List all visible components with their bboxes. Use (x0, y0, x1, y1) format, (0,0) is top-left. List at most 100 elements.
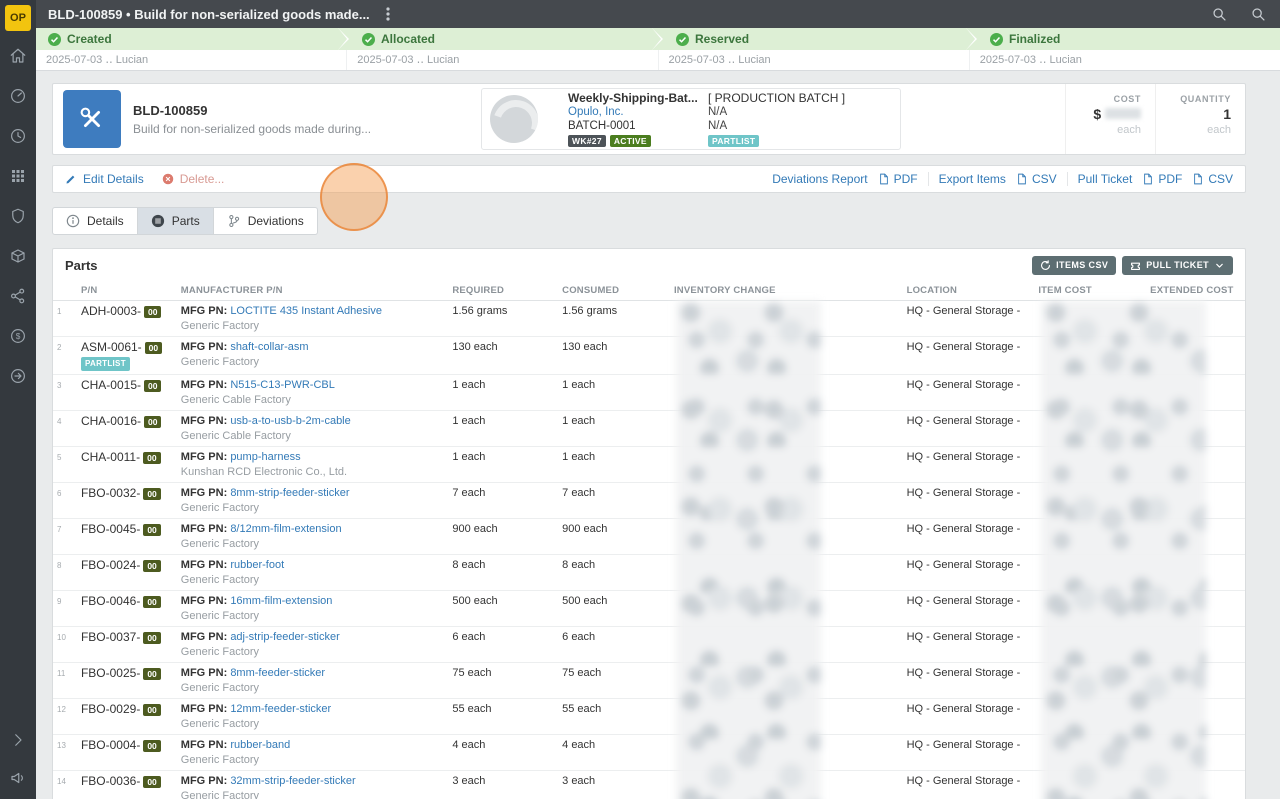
consumed-cell: 1 each (558, 379, 670, 407)
check-circle-icon (362, 33, 375, 46)
part-number-cell: ADH-0003-00 (77, 305, 177, 333)
extended-cost-cell (1146, 451, 1245, 479)
revision-badge: 00 (143, 560, 160, 572)
currency-icon[interactable]: $ (9, 327, 27, 345)
revision-badge: 00 (144, 306, 161, 318)
package-icon[interactable] (9, 247, 27, 265)
global-search-icon[interactable] (1251, 7, 1266, 22)
inventory-change-cell (670, 341, 903, 371)
extended-cost-cell (1146, 631, 1245, 659)
part-number-cell: FBO-0032-00 (77, 487, 177, 515)
items-csv-button[interactable]: ITEMS CSV (1032, 256, 1116, 275)
home-icon[interactable] (9, 47, 27, 65)
mfg-pn-link[interactable]: rubber-band (230, 739, 290, 751)
pdf-file-icon (878, 173, 890, 185)
mfg-pn-link[interactable]: LOCTITE 435 Instant Adhesive (230, 305, 382, 317)
mfg-pn-link[interactable]: pump-harness (230, 451, 300, 463)
mfg-pn-prefix: MFG PN: (181, 775, 227, 787)
tab-parts[interactable]: Parts (138, 207, 214, 235)
edit-details-button[interactable]: Edit Details (65, 172, 144, 186)
row-number: 10 (53, 631, 77, 659)
mfg-pn-link[interactable]: 8/12mm-film-extension (230, 523, 341, 535)
tab-details[interactable]: Details (52, 207, 138, 235)
mfg-pn-prefix: MFG PN: (181, 523, 227, 535)
item-cost-cell (1034, 487, 1146, 515)
divider (1067, 172, 1068, 186)
cost-label: COST (1066, 94, 1141, 104)
build-id: BLD-100859 (133, 103, 473, 118)
mfg-pn-link[interactable]: 8mm-strip-feeder-sticker (230, 487, 349, 499)
delete-button[interactable]: Delete... (162, 172, 225, 186)
deviations-report-link[interactable]: Deviations Report (772, 172, 867, 186)
mfg-pn-link[interactable]: 8mm-feeder-sticker (230, 667, 325, 679)
announcement-icon[interactable] (9, 769, 27, 787)
mfg-pn-link[interactable]: rubber-foot (230, 559, 284, 571)
row-number: 4 (53, 415, 77, 443)
dashboard-icon[interactable] (9, 87, 27, 105)
table-row: 9 FBO-0046-00 MFG PN: 16mm-film-extensio… (53, 591, 1245, 627)
manufacturer-name: Generic Factory (181, 356, 449, 369)
item-cost-cell (1034, 523, 1146, 551)
tab-bar: Details Parts Deviations (52, 207, 318, 235)
required-cell: 500 each (448, 595, 558, 623)
item-cost-cell (1034, 559, 1146, 587)
table-row: 2 ASM-0061-00 PARTLIST MFG PN: shaft-col… (53, 337, 1245, 375)
inventory-change-cell (670, 379, 903, 407)
kebab-menu-icon[interactable] (386, 7, 390, 21)
history-icon[interactable] (9, 127, 27, 145)
tab-deviations[interactable]: Deviations (214, 207, 318, 235)
mfg-pn-link[interactable]: 32mm-strip-feeder-sticker (230, 775, 355, 787)
company-link[interactable]: Opulo, Inc. (568, 105, 700, 119)
pull-ticket-csv-link[interactable]: CSV (1192, 172, 1233, 186)
pull-ticket-button[interactable]: PULL TICKET (1122, 256, 1233, 275)
search-icon[interactable] (1212, 7, 1227, 22)
app-logo[interactable]: OP (5, 5, 31, 31)
part-number-cell: CHA-0011-00 (77, 451, 177, 479)
column-header-pn: P/N (77, 285, 177, 296)
row-number: 13 (53, 739, 77, 767)
revision-badge: 00 (144, 416, 161, 428)
batch-type: [ PRODUCTION BATCH ] (708, 91, 858, 105)
mfg-pn-link[interactable]: N515-C13-PWR-CBL (230, 379, 335, 391)
mfg-pn-prefix: MFG PN: (181, 739, 227, 751)
step-meta: 2025-07-03 ‥ Lucian (347, 50, 658, 70)
item-cost-cell (1034, 595, 1146, 623)
manufacturer-name: Generic Cable Factory (181, 430, 449, 443)
step-label: Finalized (1009, 32, 1060, 46)
export-items-link[interactable]: Export Items (939, 172, 1006, 186)
location-cell: HQ - General Storage - (903, 487, 1035, 515)
table-row: 1 ADH-0003-00 MFG PN: LOCTITE 435 Instan… (53, 301, 1245, 337)
ticket-icon (1130, 260, 1141, 271)
pencil-icon (65, 173, 77, 185)
cost-column: COST $ each (1065, 84, 1155, 154)
apps-grid-icon[interactable] (9, 167, 27, 185)
extended-cost-cell (1146, 667, 1245, 695)
shield-icon[interactable] (9, 207, 27, 225)
part-number-cell: CHA-0016-00 (77, 415, 177, 443)
mfg-pn-link[interactable]: 12mm-feeder-sticker (230, 703, 331, 715)
manufacturer-cell: MFG PN: adj-strip-feeder-sticker Generic… (177, 631, 449, 659)
export-csv-link[interactable]: CSV (1016, 172, 1057, 186)
revision-badge: 00 (145, 342, 162, 354)
mfg-pn-link[interactable]: adj-strip-feeder-sticker (230, 631, 339, 643)
inventory-change-cell (670, 667, 903, 695)
manufacturer-name: Generic Factory (181, 718, 449, 731)
mfg-pn-link[interactable]: 16mm-film-extension (230, 595, 332, 607)
mfg-pn-prefix: MFG PN: (181, 667, 227, 679)
collapse-chevron-icon[interactable] (9, 731, 27, 749)
mfg-pn-link[interactable]: usb-a-to-usb-b-2m-cable (230, 415, 350, 427)
share-icon[interactable] (9, 287, 27, 305)
table-row: 5 CHA-0011-00 MFG PN: pump-harness Kunsh… (53, 447, 1245, 483)
inventory-change-cell (670, 739, 903, 767)
step-label: Allocated (381, 32, 435, 46)
row-number: 1 (53, 305, 77, 333)
location-cell: HQ - General Storage - (903, 379, 1035, 407)
required-cell: 75 each (448, 667, 558, 695)
pull-ticket-link[interactable]: Pull Ticket (1078, 172, 1133, 186)
mfg-pn-link[interactable]: shaft-collar-asm (230, 341, 308, 353)
pull-ticket-pdf-link[interactable]: PDF (1142, 172, 1182, 186)
go-to-icon[interactable] (9, 367, 27, 385)
deviations-pdf-link[interactable]: PDF (878, 172, 918, 186)
inventory-change-cell (670, 559, 903, 587)
part-number: CHA-0016- (81, 415, 141, 428)
